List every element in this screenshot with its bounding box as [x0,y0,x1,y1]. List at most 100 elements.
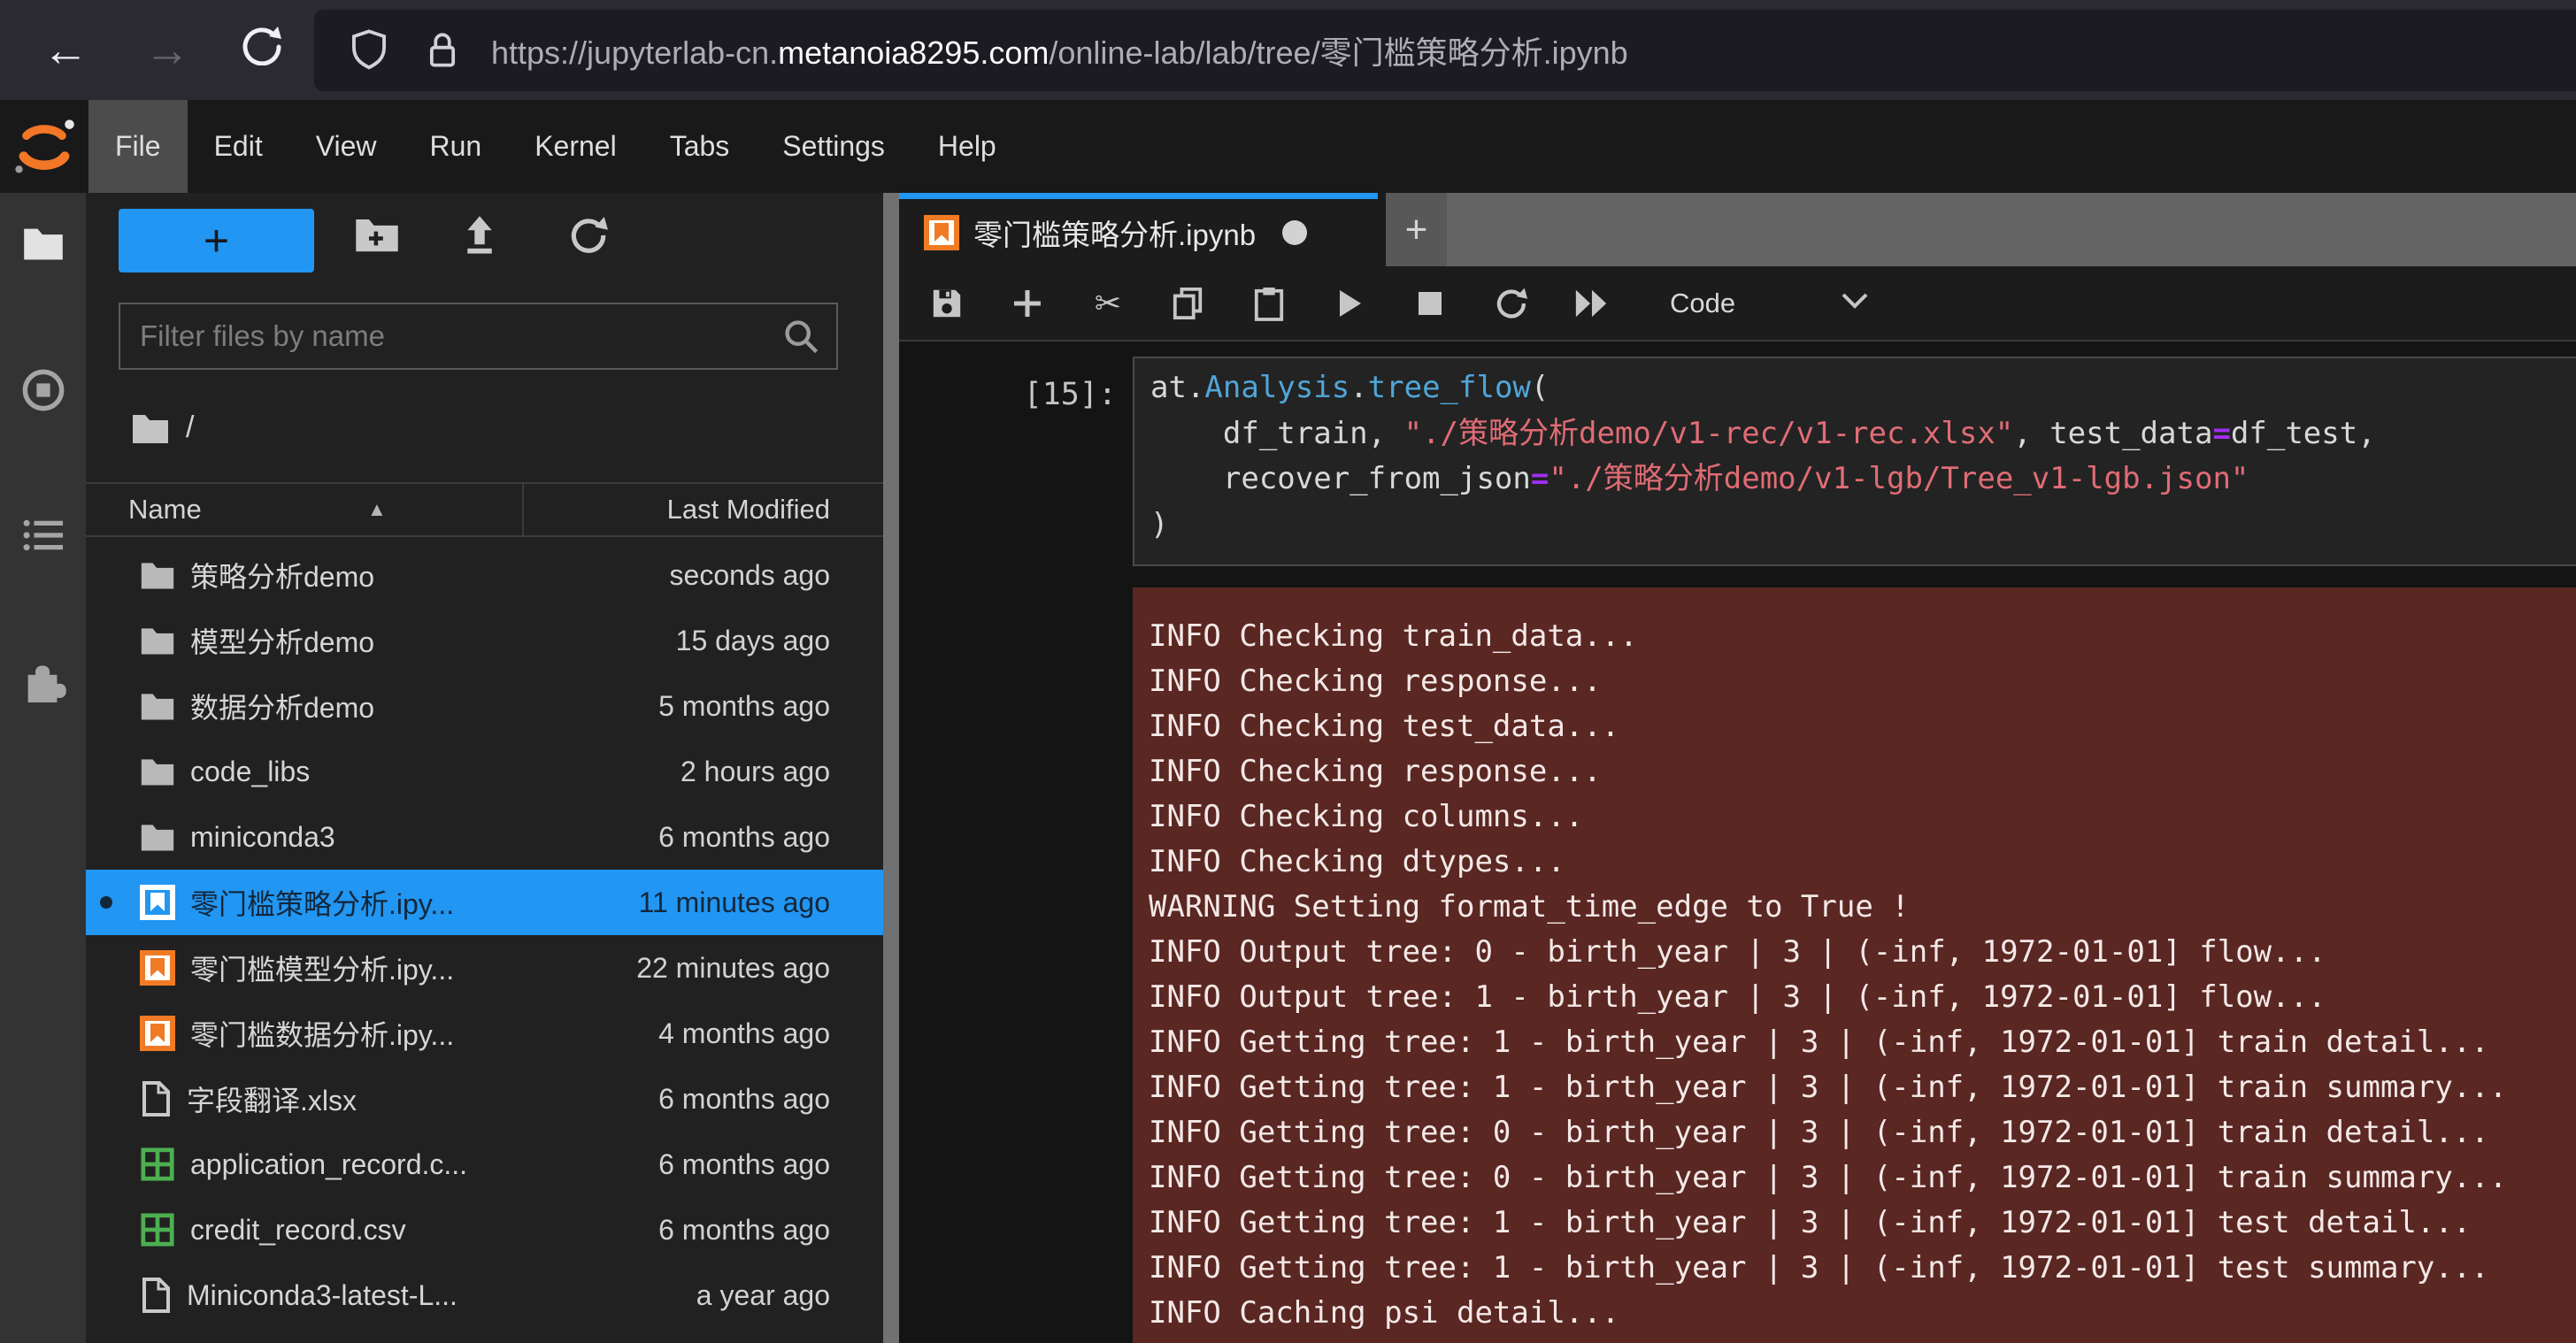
notebook-icon [924,215,959,250]
running-indicator-dot [100,896,112,909]
home-folder-icon[interactable] [131,411,170,445]
address-bar[interactable]: https://jupyterlab-cn.metanoia8295.com/o… [314,10,2576,91]
breadcrumb: / [131,411,194,445]
column-name[interactable]: Name [128,494,202,526]
column-divider [522,484,524,535]
file-row[interactable]: 策略分析demo seconds ago [86,542,883,608]
file-row[interactable]: credit_record.csv 6 months ago [86,1197,883,1262]
left-activity-bar [0,193,86,1343]
cell-execution-prompt: [15]: [899,377,1117,412]
browser-forward-icon[interactable]: → [144,24,190,77]
file-row[interactable]: 零门槛数据分析.ipy... 4 months ago [86,1001,883,1066]
file-row[interactable]: miniconda3 6 months ago [86,804,883,870]
menu-run[interactable]: Run [403,100,508,193]
log-line: INFO Caching psi detail... [1149,1291,2576,1336]
browser-back-icon[interactable]: ← [42,24,88,77]
restart-and-run-all-button[interactable] [1573,288,1609,319]
column-last-modified[interactable]: Last Modified [667,494,830,526]
log-line: INFO Output tree: 0 - birth_year | 3 | (… [1149,930,2576,975]
unsaved-changes-dot[interactable] [1282,220,1307,245]
filter-files-box [119,303,838,370]
log-line: INFO Getting tree: 0 - birth_year | 3 | … [1149,1155,2576,1201]
save-button[interactable] [929,287,965,320]
notebook-toolbar: ✂ Code [899,266,2576,342]
code-cell-editor[interactable]: at.Analysis.tree_flow( df_train, "./策略分析… [1133,357,2576,566]
notebook-content: [15]: at.Analysis.tree_flow( df_train, "… [899,342,2576,1343]
url-text: https://jupyterlab-cn.metanoia8295.com/o… [491,27,1628,73]
lock-icon [424,28,461,73]
file-row[interactable]: 字段翻译.xlsx 6 months ago [86,1066,883,1132]
log-line: INFO Checking columns... [1149,794,2576,840]
table-of-contents-icon[interactable] [21,517,65,558]
log-line: WARNING Setting format_time_edge to True… [1149,885,2576,930]
menu-view[interactable]: View [289,100,404,193]
shield-icon [350,28,388,73]
chevron-down-icon[interactable] [1840,291,1870,315]
paste-cells-icon[interactable] [1251,286,1287,321]
log-line: INFO Checking dtypes... [1149,840,2576,885]
file-row[interactable]: 零门槛模型分析.ipy... 22 minutes ago [86,935,883,1001]
sort-ascending-icon[interactable]: ▲ [367,498,387,521]
menu-help[interactable]: Help [911,100,1023,193]
notebook-icon [140,950,175,986]
file-icon [140,1277,172,1314]
file-browser-tab-icon[interactable] [22,225,65,266]
cell-type-select[interactable]: Code [1670,288,1735,319]
log-line: INFO Getting tree: 0 - birth_year | 3 | … [1149,1110,2576,1155]
upload-icon[interactable] [458,214,501,261]
notebook-panel: 零门槛策略分析.ipynb + ✂ [899,193,2576,1343]
filter-files-input[interactable] [120,319,781,353]
notebook-icon [140,1016,175,1051]
log-line: INFO Getting tree: 1 - birth_year | 3 | … [1149,1020,2576,1065]
browser-chrome: ← → https://jupyterlab-cn.metanoia8295.c… [0,0,2576,100]
extension-manager-icon[interactable] [20,656,66,707]
run-cell-button[interactable] [1332,287,1367,320]
jupyter-logo [0,100,88,193]
log-line: INFO Checking train_data... [1149,614,2576,659]
log-line: INFO Output tree: 1 - birth_year | 3 | (… [1149,975,2576,1020]
folder-icon [140,756,175,787]
file-row[interactable]: 数据分析demo 5 months ago [86,673,883,739]
menu-settings[interactable]: Settings [756,100,911,193]
file-row[interactable]: 模型分析demo 15 days ago [86,608,883,673]
menu-file[interactable]: File [88,100,188,193]
running-kernels-icon[interactable] [21,368,65,417]
log-line: INFO Getting tree: 1 - birth_year | 3 | … [1149,1201,2576,1246]
tab-bar-filler [1447,193,2576,266]
csv-icon [140,1212,175,1247]
file-row-selected[interactable]: 零门槛策略分析.ipy... 11 minutes ago [86,870,883,935]
folder-icon [140,821,175,853]
log-line: INFO Checking test_data... [1149,704,2576,749]
restart-kernel-button[interactable] [1493,286,1528,321]
new-folder-icon[interactable] [354,214,400,259]
file-icon [140,1080,172,1117]
file-browser-panel: + / Name ▲ Last Modified 策略分析demo [86,193,883,1343]
copy-cells-icon[interactable] [1171,286,1206,321]
cut-cells-icon[interactable]: ✂ [1090,285,1126,322]
file-row[interactable]: code_libs 2 hours ago [86,739,883,804]
csv-icon [140,1147,175,1182]
file-list-header: Name ▲ Last Modified [86,482,883,537]
interrupt-kernel-button[interactable] [1412,290,1448,317]
dock-tab-bar: 零门槛策略分析.ipynb + [899,193,2576,266]
cell-output-stderr: INFO Checking train_data... INFO Checking… [1133,587,2576,1343]
file-row[interactable]: application_record.c... 6 months ago [86,1132,883,1197]
menu-edit[interactable]: Edit [188,100,289,193]
add-cell-button[interactable] [1010,288,1045,319]
folder-icon [140,690,175,722]
jupyterlab-menubar: File Edit View Run Kernel Tabs Settings … [0,100,2576,193]
tab-title: 零门槛策略分析.ipynb [973,211,1256,254]
browser-refresh-icon[interactable] [241,24,281,77]
folder-icon [140,559,175,591]
file-row[interactable]: Miniconda3-latest-L... a year ago [86,1262,883,1328]
file-browser-scrollbar[interactable] [883,193,899,1343]
menu-kernel[interactable]: Kernel [508,100,643,193]
breadcrumb-root[interactable]: / [186,411,194,445]
new-tab-button[interactable]: + [1386,193,1447,266]
menu-tabs[interactable]: Tabs [643,100,757,193]
log-line: INFO Checking response... [1149,749,2576,794]
refresh-file-list-icon[interactable] [566,214,609,261]
notebook-tab[interactable]: 零门槛策略分析.ipynb [899,193,1378,266]
new-launcher-button[interactable]: + [119,209,314,272]
log-line: INFO Getting tree: 1 - birth_year | 3 | … [1149,1246,2576,1291]
